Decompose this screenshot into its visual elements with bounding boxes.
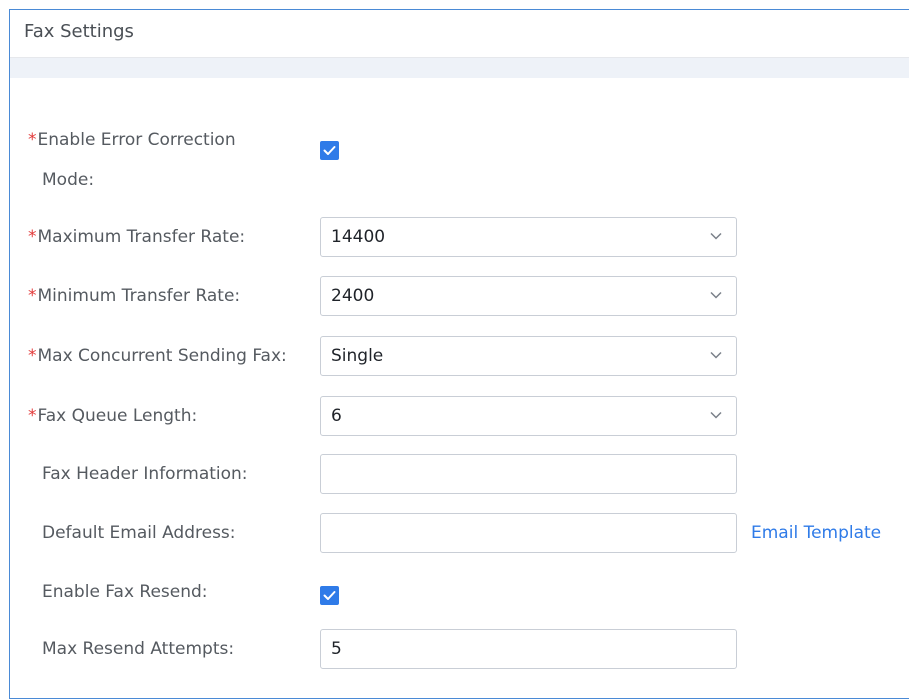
min-transfer-rate-label-text: Minimum Transfer Rate:	[37, 286, 241, 306]
fax-queue-length-select[interactable]: 6	[320, 396, 737, 436]
chevron-down-icon	[710, 291, 722, 299]
max-transfer-rate-value: 14400	[331, 227, 386, 247]
max-transfer-rate-label-text: Maximum Transfer Rate:	[37, 227, 246, 247]
max-resend-attempts-input[interactable]: 5	[320, 629, 737, 669]
default-email-address-input[interactable]	[320, 513, 737, 553]
max-concurrent-sending-select[interactable]: Single	[320, 336, 737, 376]
required-marker: *	[28, 130, 37, 150]
max-resend-attempts-label: Max Resend Attempts:	[42, 639, 235, 659]
enable-fax-resend-label: Enable Fax Resend:	[42, 582, 208, 602]
max-transfer-rate-select[interactable]: 14400	[320, 217, 737, 257]
check-icon	[323, 146, 336, 155]
max-transfer-rate-label: *Maximum Transfer Rate:	[28, 227, 245, 247]
panel-header: Fax Settings	[10, 10, 909, 58]
error-correction-checkbox[interactable]	[320, 141, 339, 160]
required-marker: *	[28, 286, 37, 306]
panel-title: Fax Settings	[24, 21, 134, 42]
fax-header-information-label: Fax Header Information:	[42, 464, 248, 484]
max-concurrent-sending-label: *Max Concurrent Sending Fax:	[28, 346, 287, 366]
chevron-down-icon	[710, 232, 722, 240]
panel-header-band	[10, 58, 909, 78]
fax-queue-length-label: *Fax Queue Length:	[28, 406, 197, 426]
min-transfer-rate-select[interactable]: 2400	[320, 276, 737, 316]
error-correction-label-line2: Mode:	[42, 170, 95, 190]
required-marker: *	[28, 346, 37, 366]
default-email-address-label: Default Email Address:	[42, 523, 236, 543]
required-marker: *	[28, 227, 37, 247]
fax-queue-length-label-text: Fax Queue Length:	[37, 406, 198, 426]
error-correction-label: *Enable Error Correction Mode:	[28, 120, 236, 200]
check-icon	[323, 591, 336, 600]
error-correction-label-line1: Enable Error Correction	[37, 130, 236, 150]
enable-fax-resend-checkbox[interactable]	[320, 586, 339, 605]
max-concurrent-sending-value: Single	[331, 346, 384, 366]
fax-header-information-input[interactable]	[320, 454, 737, 494]
required-marker: *	[28, 406, 37, 426]
fax-settings-panel: Fax Settings *Enable Error Correction Mo…	[9, 9, 909, 699]
email-template-link[interactable]: Email Template	[751, 523, 881, 543]
fax-queue-length-value: 6	[331, 406, 342, 426]
max-concurrent-sending-label-text: Max Concurrent Sending Fax:	[37, 346, 287, 366]
chevron-down-icon	[710, 351, 722, 359]
min-transfer-rate-label: *Minimum Transfer Rate:	[28, 286, 240, 306]
min-transfer-rate-value: 2400	[331, 286, 375, 306]
chevron-down-icon	[710, 411, 722, 419]
